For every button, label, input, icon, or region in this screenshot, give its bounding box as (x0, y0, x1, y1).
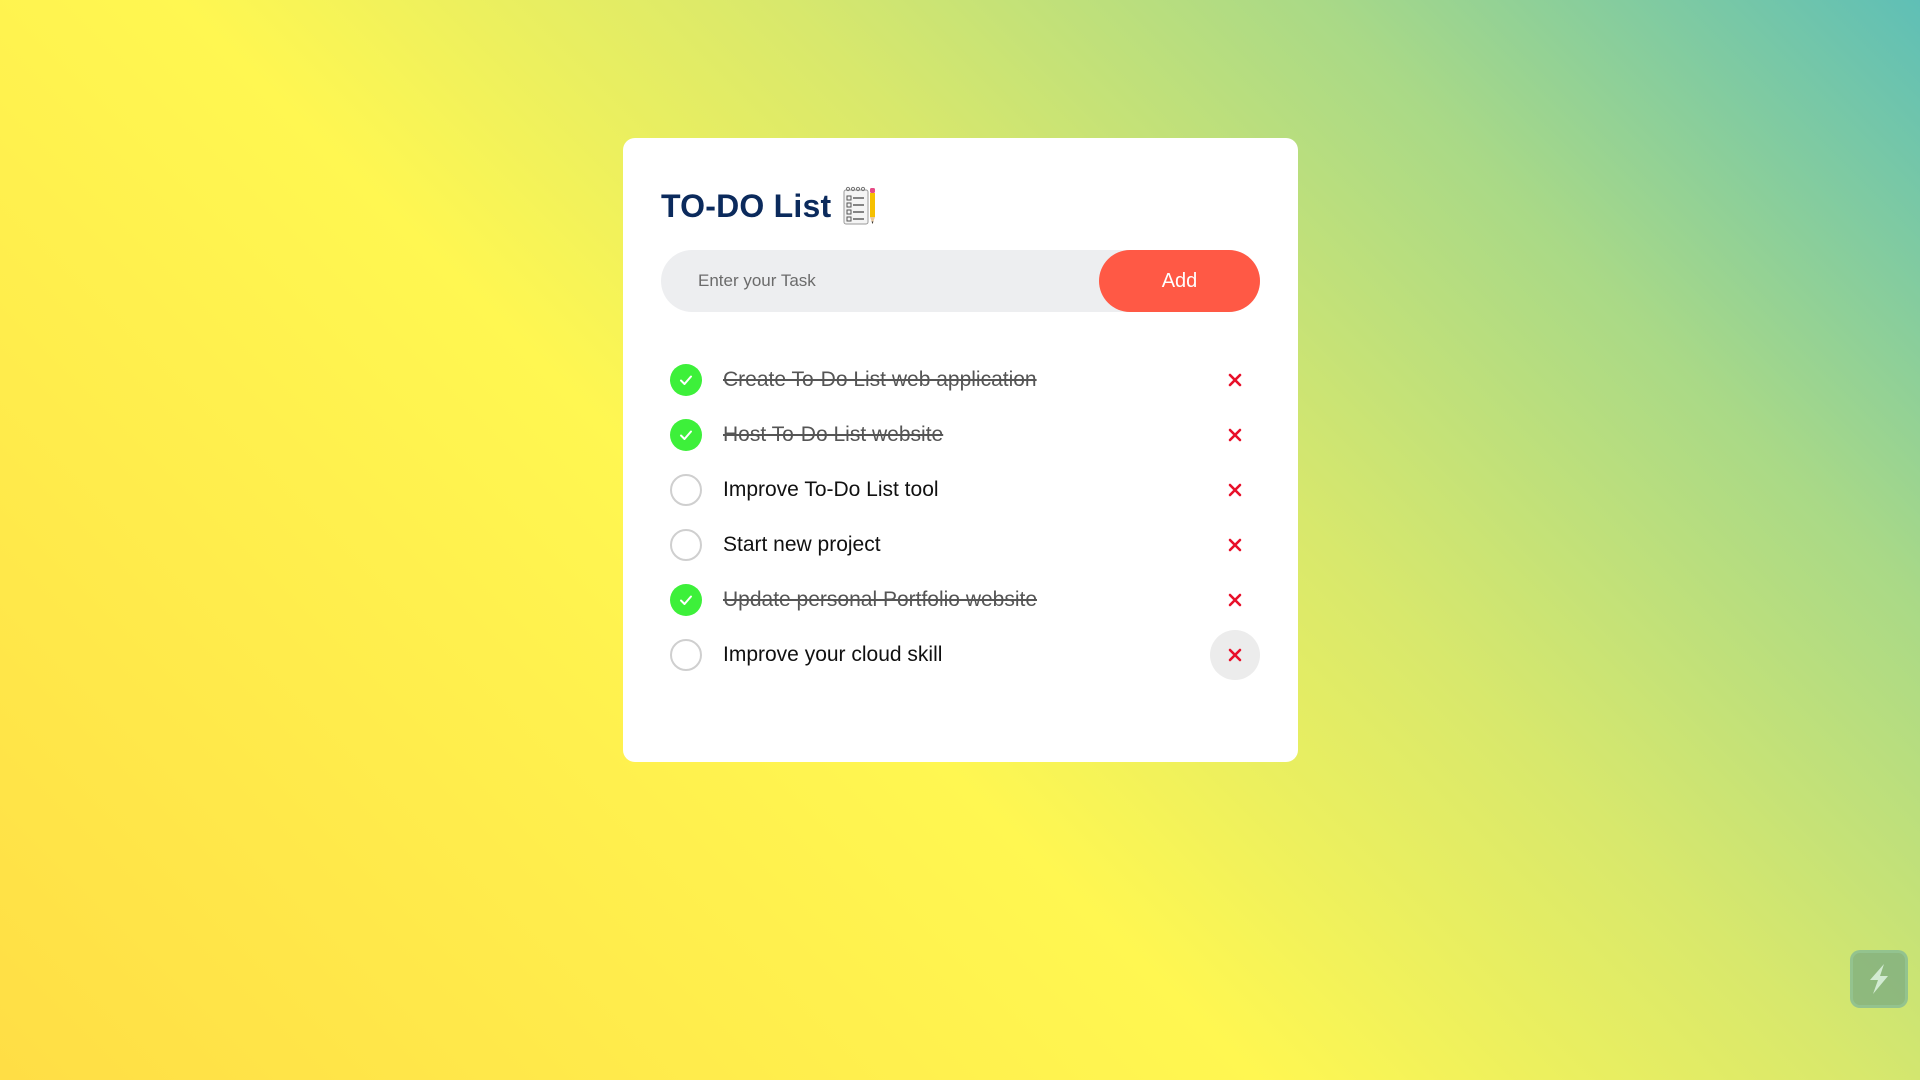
close-icon (1228, 593, 1242, 607)
add-button[interactable]: Add (1099, 250, 1260, 312)
lightning-widget-icon[interactable] (1850, 950, 1908, 1008)
task-checkbox[interactable] (670, 528, 702, 561)
task-text[interactable]: Host To-Do List website (723, 423, 943, 447)
task-text[interactable]: Update personal Portfolio website (723, 588, 1037, 612)
task-text[interactable]: Start new project (723, 533, 881, 557)
task-checkbox-checked[interactable] (670, 363, 702, 396)
delete-task-button[interactable] (1210, 630, 1260, 680)
todo-card: TO-DO List Enter your Task Add Create To… (623, 138, 1298, 762)
close-icon (1228, 538, 1242, 552)
task-list: Create To-Do List web application Host To… (670, 352, 1260, 682)
task-input[interactable] (661, 250, 1099, 312)
delete-task-button[interactable] (1210, 355, 1260, 405)
task-text[interactable]: Improve your cloud skill (723, 643, 942, 667)
task-item[interactable]: Improve To-Do List tool (670, 462, 1260, 517)
notepad-pencil-icon (843, 186, 877, 226)
checkmark-icon (680, 375, 692, 385)
delete-task-button[interactable] (1210, 465, 1260, 515)
task-item[interactable]: Host To-Do List website (670, 407, 1260, 462)
close-icon (1228, 648, 1242, 662)
title-row: TO-DO List (661, 186, 877, 226)
close-icon (1228, 373, 1242, 387)
task-text[interactable]: Create To-Do List web application (723, 368, 1037, 392)
close-icon (1228, 483, 1242, 497)
page-title: TO-DO List (661, 187, 832, 224)
task-checkbox-checked[interactable] (670, 583, 702, 616)
task-item[interactable]: Improve your cloud skill (670, 627, 1260, 682)
task-item[interactable]: Update personal Portfolio website (670, 572, 1260, 627)
checkmark-icon (680, 430, 692, 440)
delete-task-button[interactable] (1210, 410, 1260, 460)
task-checkbox-checked[interactable] (670, 418, 702, 451)
task-item[interactable]: Create To-Do List web application (670, 352, 1260, 407)
delete-task-button[interactable] (1210, 520, 1260, 570)
task-checkbox[interactable] (670, 638, 702, 671)
task-checkbox[interactable] (670, 473, 702, 506)
task-item[interactable]: Start new project (670, 517, 1260, 572)
delete-task-button[interactable] (1210, 575, 1260, 625)
task-text[interactable]: Improve To-Do List tool (723, 478, 939, 502)
checkmark-icon (680, 595, 692, 605)
close-icon (1228, 428, 1242, 442)
task-input-row: Add (661, 250, 1260, 312)
